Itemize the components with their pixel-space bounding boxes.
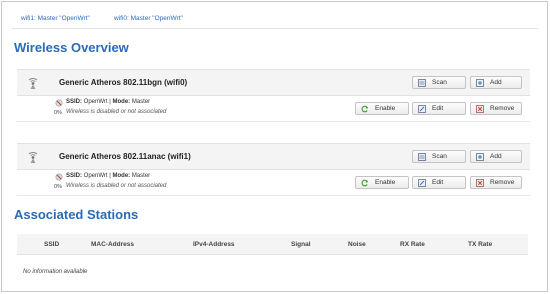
remove-icon xyxy=(476,178,484,187)
stations-table-header: SSID MAC-Address IPv4-Address Signal Noi… xyxy=(17,234,528,255)
enable-refresh-icon xyxy=(361,179,369,187)
column-header-ssid: SSID xyxy=(44,241,60,248)
ssid-value: OpenWrt | xyxy=(82,173,113,179)
add-label: Add xyxy=(490,79,502,86)
edit-label: Edit xyxy=(432,105,444,112)
add-button[interactable]: Add xyxy=(470,150,522,163)
mode-key: Mode: xyxy=(112,173,131,179)
mode-value: Master xyxy=(130,173,151,179)
device-header-wifi0: Generic Atheros 802.11bgn (wifi0) Scan A… xyxy=(17,69,530,96)
add-label: Add xyxy=(490,153,502,160)
scan-icon xyxy=(418,78,426,87)
remove-icon xyxy=(476,104,484,113)
signal-strength-icon xyxy=(55,99,63,107)
scan-button[interactable]: Scan xyxy=(412,150,466,163)
device-header-wifi1: Generic Atheros 802.11anac (wifi1) Scan … xyxy=(17,143,530,170)
mode-key: Mode: xyxy=(112,99,131,105)
scan-icon xyxy=(418,152,426,161)
enable-label: Enable xyxy=(375,179,396,186)
network-row-wifi1: 0% SSID: OpenWrt | Mode: Master Wireless… xyxy=(17,170,530,196)
network-row-wifi0: 0% SSID: OpenWrt | Mode: Master Wireless… xyxy=(17,96,530,122)
edit-icon xyxy=(418,178,426,187)
edit-icon xyxy=(418,104,426,113)
scan-label: Scan xyxy=(432,79,447,86)
edit-button[interactable]: Edit xyxy=(412,176,466,189)
device-title: Generic Atheros 802.11anac (wifi1) xyxy=(59,152,191,161)
ssid-value: OpenWrt | xyxy=(82,99,113,105)
wireless-radio-icon xyxy=(28,78,38,89)
network-status: Wireless is disabled or not associated xyxy=(66,183,167,189)
device-title: Generic Atheros 802.11bgn (wifi0) xyxy=(59,78,188,87)
signal-percent: 0% xyxy=(54,110,62,116)
mode-value: Master xyxy=(130,99,151,105)
column-header-tx-rate: TX Rate xyxy=(468,241,493,248)
ssid-info: SSID: OpenWrt | Mode: Master xyxy=(66,99,150,105)
remove-button[interactable]: Remove xyxy=(470,176,522,189)
wireless-overview-title: Wireless Overview xyxy=(14,40,129,55)
edit-label: Edit xyxy=(432,179,444,186)
scan-label: Scan xyxy=(432,153,447,160)
column-header-rx-rate: RX Rate xyxy=(400,241,425,248)
tab-wifi0[interactable]: wifi0: Master "OpenWrt" xyxy=(114,15,183,22)
ssid-key: SSID: xyxy=(66,99,83,105)
no-stations-message: No information available xyxy=(23,269,88,275)
network-status: Wireless is disabled or not associated xyxy=(66,109,167,115)
enable-button[interactable]: Enable xyxy=(355,102,409,115)
column-header-ipv4: IPv4-Address xyxy=(193,241,235,248)
add-button[interactable]: Add xyxy=(470,76,522,89)
remove-label: Remove xyxy=(490,179,515,186)
ssid-key: SSID: xyxy=(66,173,83,179)
column-header-signal: Signal xyxy=(291,241,311,248)
wireless-radio-icon xyxy=(28,152,38,163)
remove-button[interactable]: Remove xyxy=(470,102,522,115)
edit-button[interactable]: Edit xyxy=(412,102,466,115)
signal-percent: 0% xyxy=(54,184,62,190)
add-icon xyxy=(476,78,484,87)
add-icon xyxy=(476,152,484,161)
associated-stations-title: Associated Stations xyxy=(14,207,139,222)
tab-wifi1[interactable]: wifi1: Master "OpenWrt" xyxy=(21,15,90,22)
remove-label: Remove xyxy=(490,105,515,112)
signal-strength-icon xyxy=(55,173,63,181)
enable-refresh-icon xyxy=(361,105,369,113)
ssid-info: SSID: OpenWrt | Mode: Master xyxy=(66,173,150,179)
tab-divider xyxy=(12,28,538,29)
column-header-noise: Noise xyxy=(348,241,366,248)
column-header-mac: MAC-Address xyxy=(91,241,134,248)
enable-label: Enable xyxy=(375,105,396,112)
scan-button[interactable]: Scan xyxy=(412,76,466,89)
enable-button[interactable]: Enable xyxy=(355,176,409,189)
